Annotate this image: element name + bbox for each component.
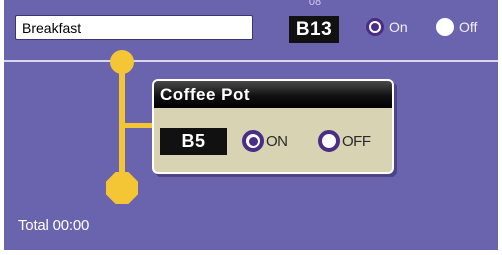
schedule-off-radio[interactable]: Off [436,18,477,36]
device-title: Coffee Pot [154,81,392,108]
radio-unselected-icon [318,130,340,152]
radio-selected-icon [366,18,384,36]
timeline-end-node[interactable] [106,172,138,204]
schedule-name-input[interactable] [15,15,253,40]
device-off-radio[interactable]: OFF [318,130,371,152]
device-off-label: OFF [342,132,371,150]
schedule-code-display: B13 [289,16,339,43]
code-overflow-text: 08 [308,0,322,6]
device-code-display: B5 [160,128,227,155]
timer-panel: 08 B13 On Off Coffee Pot B5 ON OFF Total… [4,0,498,250]
schedule-on-radio[interactable]: On [366,18,408,36]
device-popup: Coffee Pot B5 ON OFF [152,79,394,174]
radio-selected-icon [242,130,264,152]
total-time-label: Total 00:00 [18,217,90,234]
device-on-radio[interactable]: ON [242,130,288,152]
schedule-off-label: Off [459,19,478,35]
header-divider [4,60,498,62]
device-on-label: ON [266,132,288,150]
schedule-on-label: On [389,19,408,35]
radio-unselected-icon [436,18,454,36]
timeline-start-node[interactable] [110,50,134,74]
timeline-branch [119,123,153,128]
